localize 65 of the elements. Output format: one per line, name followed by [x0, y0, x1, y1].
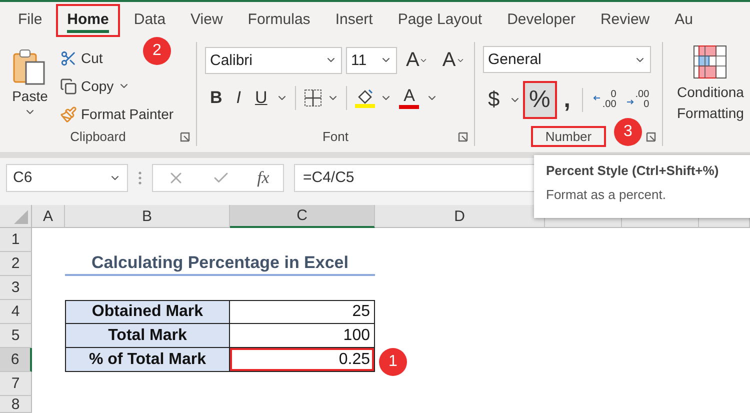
- paintbrush-icon: [60, 106, 77, 122]
- scissors-icon: [60, 50, 77, 66]
- row-header[interactable]: 8: [0, 396, 32, 413]
- ribbon-tab[interactable]: Home: [57, 4, 119, 36]
- underline-button[interactable]: U: [250, 84, 272, 112]
- number-format-field[interactable]: General: [483, 46, 651, 73]
- conditional-formatting-button[interactable]: Conditiona Formatting: [663, 42, 744, 152]
- font-name-field[interactable]: Calibri: [205, 46, 342, 74]
- table-grid-icon: [692, 44, 728, 80]
- font-size-field[interactable]: 11: [346, 46, 397, 74]
- row-header[interactable]: 7: [0, 372, 32, 396]
- ribbon-tab[interactable]: Data: [124, 4, 176, 36]
- table-cell: Total Mark: [65, 324, 230, 348]
- ribbon-tab[interactable]: Formulas: [238, 4, 320, 36]
- sheet-title: Calculating Percentage in Excel: [65, 252, 375, 276]
- row-header[interactable]: 4: [0, 300, 32, 324]
- borders-icon[interactable]: [303, 88, 324, 108]
- table-cell: Obtained Mark: [65, 300, 230, 324]
- comma-style-button[interactable]: ,: [558, 86, 576, 114]
- table-cell[interactable]: 0.25: [230, 348, 375, 372]
- table-cell: % of Total Mark: [65, 348, 230, 372]
- percent-style-button[interactable]: %: [524, 83, 555, 117]
- grow-font-button[interactable]: A: [401, 46, 434, 74]
- fill-color-icon[interactable]: [354, 87, 376, 109]
- font-color-button[interactable]: A: [396, 87, 422, 109]
- step-badge: 1: [379, 348, 407, 376]
- italic-button[interactable]: I: [231, 84, 246, 112]
- column-header[interactable]: B: [65, 205, 230, 228]
- ribbon-tab[interactable]: Developer: [497, 4, 586, 36]
- grip-icon: [138, 170, 142, 186]
- ribbon-tab[interactable]: Insert: [325, 4, 383, 36]
- bold-button[interactable]: B: [205, 84, 228, 112]
- table-cell[interactable]: 25: [230, 300, 375, 324]
- ribbon-tab[interactable]: View: [180, 4, 233, 36]
- clipboard-icon: [12, 48, 48, 86]
- decrease-decimal-button[interactable]: .00 0: [623, 90, 652, 110]
- row-header[interactable]: 2: [0, 252, 32, 276]
- paste-button[interactable]: Paste: [8, 46, 52, 126]
- format-painter-button[interactable]: Format Painter: [58, 102, 176, 126]
- tooltip-title: Percent Style (Ctrl+Shift+%): [546, 163, 720, 178]
- ribbon-tab[interactable]: File: [8, 4, 52, 36]
- row-header[interactable]: 1: [0, 228, 32, 252]
- ribbon-tab[interactable]: Page Layout: [388, 4, 492, 36]
- dialog-launcher-icon[interactable]: [646, 132, 656, 142]
- shrink-font-button[interactable]: A: [437, 46, 470, 74]
- name-box[interactable]: C6: [6, 164, 128, 192]
- ribbon-tab[interactable]: Au: [664, 4, 703, 36]
- group-label: Number: [533, 128, 604, 144]
- column-header[interactable]: C: [230, 205, 375, 228]
- row-header[interactable]: 3: [0, 276, 32, 300]
- currency-button[interactable]: $: [483, 86, 505, 114]
- column-header[interactable]: D: [375, 205, 545, 228]
- ribbon-tab[interactable]: Review: [590, 4, 660, 36]
- copy-button[interactable]: Copy: [58, 74, 176, 98]
- column-header[interactable]: A: [32, 205, 65, 228]
- group-label: Clipboard: [69, 128, 127, 144]
- increase-decimal-button[interactable]: 0 .00: [590, 90, 620, 110]
- dialog-launcher-icon[interactable]: [180, 132, 190, 142]
- insert-function-button[interactable]: fx: [257, 168, 270, 188]
- dialog-launcher-icon[interactable]: [458, 132, 468, 142]
- copy-icon: [60, 78, 77, 94]
- table-cell[interactable]: 100: [230, 324, 375, 348]
- row-header[interactable]: 6: [0, 348, 32, 372]
- row-header[interactable]: 5: [0, 324, 32, 348]
- group-label: Font: [321, 128, 350, 144]
